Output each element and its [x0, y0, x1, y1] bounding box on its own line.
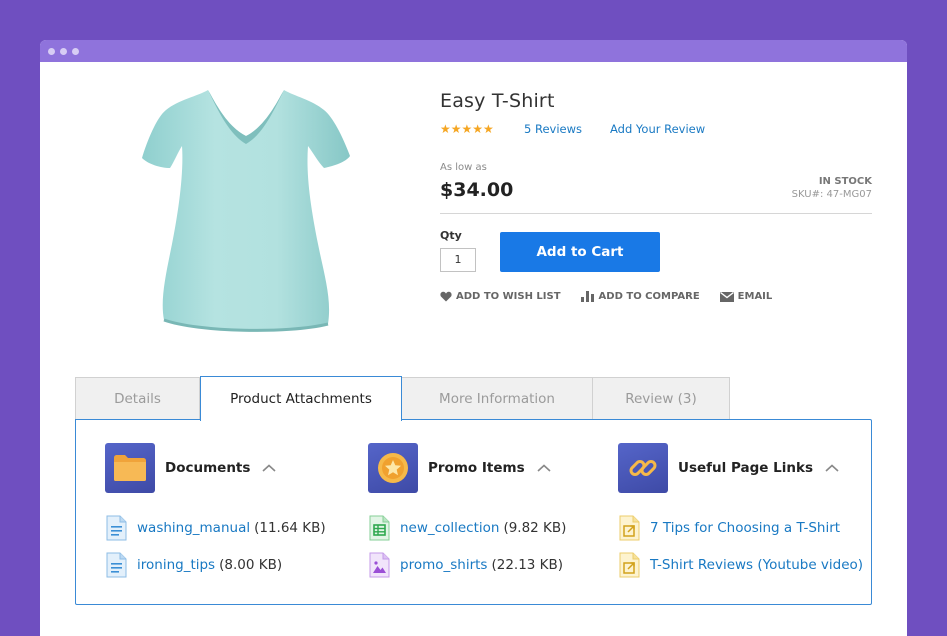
attachment-link[interactable]: 7 Tips for Choosing a T-Shirt [650, 520, 840, 536]
group-title: Useful Page Links [678, 460, 813, 476]
attachment-row: T-Shirt Reviews (Youtube video) [618, 546, 867, 583]
spreadsheet-icon [369, 515, 390, 540]
attachment-link[interactable]: ironing_tips [137, 557, 215, 573]
document-icon [106, 515, 127, 540]
heart-icon [440, 291, 452, 302]
add-to-cart-button[interactable]: Add to Cart [500, 232, 660, 272]
add-to-wishlist-label: ADD TO WISH LIST [456, 291, 561, 302]
attachment-link[interactable]: promo_shirts [400, 557, 487, 573]
email-link[interactable]: EMAIL [719, 291, 773, 302]
qty-row: Qty 1 Add to Cart [440, 229, 872, 272]
price-row: As low as $34.00 IN STOCK SKU#: 47-MG07 [440, 162, 872, 214]
group-header[interactable]: Documents [105, 443, 326, 493]
link-icon [618, 443, 668, 493]
window-dot-icon[interactable] [48, 47, 55, 55]
tshirt-product-image[interactable] [138, 84, 354, 334]
window-dot-icon[interactable] [60, 47, 67, 55]
product-sku: SKU#: 47-MG07 [791, 189, 872, 200]
attachment-row: ironing_tips (8.00 KB) [105, 546, 326, 583]
attachment-link[interactable]: T-Shirt Reviews (Youtube video) [650, 557, 863, 573]
product-info: Easy T-Shirt ★★★★★ 5 Reviews Add Your Re… [440, 90, 872, 302]
rating-row: ★★★★★ 5 Reviews Add Your Review [440, 122, 872, 136]
group-title: Promo Items [428, 460, 525, 476]
product-actions: ADD TO WISH LIST ADD TO COMPARE EMAIL [440, 291, 872, 302]
external-link-file-icon [619, 552, 640, 577]
attachment-size: (9.82 KB) [503, 519, 567, 536]
attachments-group-useful-links: Useful Page Links 7 Tips for Choosing a … [618, 443, 867, 583]
image-file-icon [369, 552, 390, 577]
product-price: $34.00 [440, 179, 514, 201]
chevron-up-icon[interactable] [537, 464, 551, 472]
tab-product-attachments[interactable]: Product Attachments [200, 376, 402, 421]
reviews-link[interactable]: 5 Reviews [524, 122, 610, 136]
rating-stars-icon: ★★★★★ [440, 122, 494, 136]
tab-more-information[interactable]: More Information [402, 377, 593, 420]
window-dot-icon[interactable] [72, 47, 79, 55]
attachment-row: washing_manual (11.64 KB) [105, 509, 326, 546]
chevron-up-icon[interactable] [262, 464, 276, 472]
group-title: Documents [165, 460, 251, 476]
attachments-panel: Documents washing_manual (11.64 KB) iron… [75, 419, 872, 605]
group-header[interactable]: Useful Page Links [618, 443, 867, 493]
star-badge-icon [368, 443, 418, 493]
group-header[interactable]: Promo Items [368, 443, 566, 493]
attachment-size: (8.00 KB) [219, 556, 283, 573]
attachment-row: promo_shirts (22.13 KB) [368, 546, 566, 583]
attachment-link[interactable]: new_collection [400, 520, 499, 536]
product-tabs: Details Product Attachments More Informa… [75, 376, 730, 421]
folder-icon [105, 443, 155, 493]
add-to-compare-label: ADD TO COMPARE [598, 291, 700, 302]
product-title: Easy T-Shirt [440, 90, 555, 112]
window-titlebar [40, 40, 907, 62]
price-prefix: As low as [440, 162, 487, 173]
attachment-row: new_collection (9.82 KB) [368, 509, 566, 546]
add-to-wishlist-link[interactable]: ADD TO WISH LIST [440, 291, 561, 302]
bar-chart-icon [580, 291, 594, 302]
qty-input[interactable]: 1 [440, 248, 476, 272]
attachment-size: (22.13 KB) [491, 556, 564, 573]
add-to-compare-link[interactable]: ADD TO COMPARE [580, 291, 700, 302]
chevron-up-icon[interactable] [825, 464, 839, 472]
add-review-link[interactable]: Add Your Review [610, 122, 705, 136]
attachment-row: 7 Tips for Choosing a T-Shirt [618, 509, 867, 546]
attachments-group-promo-items: Promo Items new_collection (9.82 KB) pro… [368, 443, 566, 583]
stock-status: IN STOCK [818, 176, 872, 187]
qty-label: Qty [440, 229, 462, 242]
tab-review[interactable]: Review (3) [593, 377, 730, 420]
tab-details[interactable]: Details [75, 377, 200, 420]
envelope-icon [719, 291, 734, 302]
document-icon [106, 552, 127, 577]
attachment-size: (11.64 KB) [254, 519, 326, 536]
email-label: EMAIL [737, 291, 773, 302]
external-link-file-icon [619, 515, 640, 540]
attachment-link[interactable]: washing_manual [137, 520, 250, 536]
browser-window: Easy T-Shirt ★★★★★ 5 Reviews Add Your Re… [40, 40, 907, 636]
attachments-group-documents: Documents washing_manual (11.64 KB) iron… [105, 443, 326, 583]
